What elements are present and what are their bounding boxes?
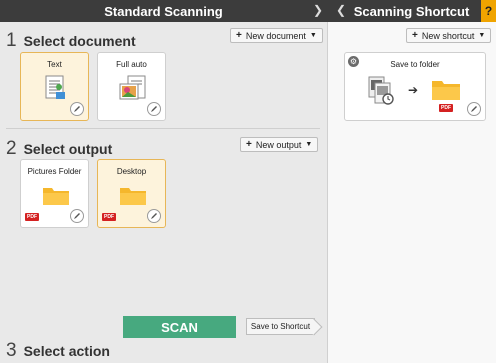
pencil-icon: [151, 106, 157, 112]
new-shortcut-label: New shortcut: [421, 30, 475, 41]
section-label: Select action: [23, 343, 110, 359]
new-document-button[interactable]: + New document ▼: [230, 28, 323, 43]
save-to-shortcut-button[interactable]: Save to Shortcut: [246, 318, 315, 335]
photo-document-icon: [119, 75, 146, 100]
select-output-heading: 2 Select output: [6, 138, 112, 160]
select-action-heading: 3 Select action: [6, 340, 110, 362]
scanning-shortcut-header: ❮ Scanning Shortcut ?: [327, 0, 496, 22]
folder-icon: [432, 81, 460, 100]
section-label: Select document: [23, 33, 136, 49]
pencil-icon: [74, 106, 80, 112]
card-label: Full auto: [116, 60, 147, 69]
edit-pencil-button[interactable]: [467, 102, 481, 116]
chevron-right-icon[interactable]: ❯: [313, 3, 323, 17]
standard-scanning-header: Standard Scanning ❯: [0, 0, 327, 22]
plus-icon: +: [246, 139, 252, 150]
scanned-document-icon: [368, 76, 394, 105]
text-document-icon: [45, 75, 65, 99]
scan-button[interactable]: SCAN: [123, 316, 236, 338]
folder-icon: [120, 188, 146, 205]
pdf-badge: PDF: [25, 213, 39, 221]
section-divider: [6, 128, 320, 129]
document-card-full-auto[interactable]: Full auto: [97, 52, 166, 121]
pencil-icon: [74, 213, 80, 219]
card-label: Save to folder: [390, 60, 440, 69]
caret-down-icon: ▼: [478, 32, 486, 39]
new-shortcut-button[interactable]: + New shortcut ▼: [406, 28, 492, 43]
arrow-right-icon: ➔: [408, 83, 419, 97]
scanning-shortcut-panel: + New shortcut ▼ ⚙ Save to folder ➔ PDF: [327, 22, 496, 363]
output-card-pictures-folder[interactable]: Pictures Folder PDF: [20, 159, 89, 228]
edit-pencil-button[interactable]: [147, 102, 161, 116]
pencil-icon: [151, 213, 157, 219]
new-output-label: New output: [255, 139, 302, 150]
document-card-text[interactable]: Text: [20, 52, 89, 121]
scanning-shortcut-title: Scanning Shortcut: [353, 3, 470, 19]
standard-scanning-panel: 1 Select document + New document ▼ Text …: [0, 22, 327, 363]
output-card-desktop[interactable]: Desktop PDF: [97, 159, 166, 228]
new-document-label: New document: [245, 30, 306, 41]
shortcut-card-save-to-folder[interactable]: ⚙ Save to folder ➔ PDF: [344, 52, 486, 121]
help-button[interactable]: ?: [481, 0, 496, 22]
section-number: 3: [6, 340, 17, 361]
standard-scanning-title: Standard Scanning: [104, 3, 223, 19]
new-output-button[interactable]: + New output ▼: [240, 137, 319, 152]
card-label: Desktop: [116, 167, 147, 176]
edit-pencil-button[interactable]: [147, 209, 161, 223]
plus-icon: +: [236, 30, 242, 41]
section-number: 2: [6, 138, 17, 159]
folder-icon: [43, 188, 69, 205]
edit-pencil-button[interactable]: [70, 209, 84, 223]
section-number: 1: [6, 30, 17, 51]
card-label: Text: [47, 60, 62, 69]
pdf-badge: PDF: [439, 104, 453, 112]
edit-pencil-button[interactable]: [70, 102, 84, 116]
card-label: Pictures Folder: [27, 167, 82, 176]
caret-down-icon: ▼: [305, 141, 313, 148]
select-document-heading: 1 Select document: [6, 30, 136, 52]
pdf-badge: PDF: [102, 213, 116, 221]
save-to-shortcut-label: Save to Shortcut: [250, 322, 311, 331]
plus-icon: +: [412, 30, 418, 41]
caret-down-icon: ▼: [309, 32, 317, 39]
pencil-icon: [471, 106, 477, 112]
section-label: Select output: [23, 141, 113, 157]
